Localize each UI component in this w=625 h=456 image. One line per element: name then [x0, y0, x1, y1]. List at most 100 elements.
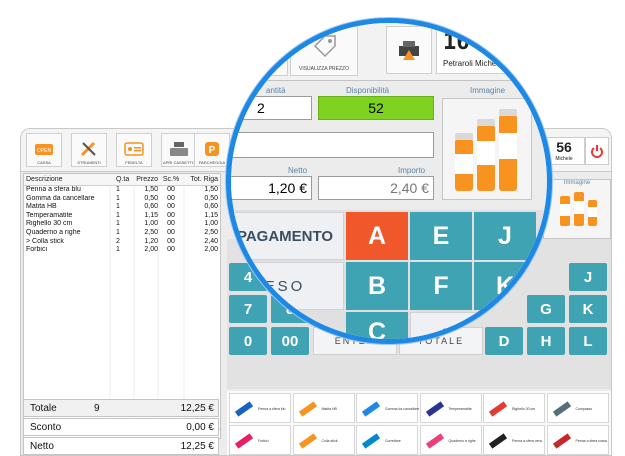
table-row[interactable]: Penna a sfera blu 1 1,50 00 1,50	[24, 186, 220, 195]
table-cell: 0,50	[204, 194, 218, 202]
corrector-icon	[361, 433, 381, 449]
table-cell: > Colla stick	[26, 237, 64, 245]
table-cell: 00	[167, 211, 175, 219]
key-j-zoom[interactable]: J	[474, 212, 536, 260]
net-price-value: 1,20 €	[268, 180, 307, 196]
product-tile[interactable]: Temperamatite	[419, 393, 482, 423]
product-tile[interactable]: Penna a sfera nera	[483, 425, 545, 455]
user-name: Petraroli Michele	[443, 59, 503, 68]
cash-button[interactable]: OPEN CASSA	[26, 133, 62, 167]
sconto-row: Sconto 0,00 €	[23, 418, 219, 436]
key-k-zoom[interactable]: K	[474, 262, 536, 310]
product-tile[interactable]: Correttore	[356, 425, 418, 455]
net-price-field[interactable]: 1,20 €	[231, 176, 312, 200]
loyalty-button[interactable]: FEDELTA	[116, 133, 152, 167]
table-cell: Gomma da cancellare	[26, 194, 95, 202]
table-cell: 1,00	[144, 220, 158, 228]
product-tile[interactable]: Penna a sfera rossa	[546, 425, 609, 455]
table-cell: 1,50	[144, 186, 158, 193]
table-cell: 0,60	[144, 203, 158, 211]
product-tile[interactable]: Compasso	[546, 393, 609, 423]
park-button[interactable]: P PARCHEGGIA	[194, 133, 230, 167]
netto-total-value: 12,25 €	[180, 441, 214, 452]
table-row[interactable]: Matita HB 1 0,60 00 0,60	[24, 203, 220, 212]
product-tile[interactable]: Quaderno a righe	[419, 425, 482, 455]
peso-label: ESO	[264, 277, 306, 295]
table-row[interactable]: Forbici 1 2,00 00 2,00	[24, 246, 220, 255]
table-cell: 2,40	[204, 237, 218, 245]
description-field[interactable]	[231, 132, 434, 158]
table-cell: 1,00	[204, 220, 218, 228]
availability-field: 52	[318, 96, 434, 120]
table-cell: 00	[167, 194, 175, 202]
table-cell: Righello 30 cm	[26, 220, 73, 228]
printer-button[interactable]	[386, 26, 432, 74]
image-label: Immagine	[470, 86, 506, 95]
key-f[interactable]: F	[410, 262, 472, 310]
pen-icon	[234, 401, 254, 417]
product-tile-label: Correttore	[385, 439, 401, 443]
pagamento-key[interactable]: PAGAMENTO	[231, 212, 344, 260]
glue-stick-icon	[298, 433, 317, 449]
svg-text:P: P	[209, 145, 216, 156]
open-drawer-button[interactable]: APRI CASSETTO	[161, 133, 197, 167]
open-drawer-button-label: APRI CASSETTO	[163, 160, 195, 165]
product-tile[interactable]: Righello 30 cm	[483, 393, 545, 423]
sconto-label: Sconto	[30, 422, 62, 433]
key-e[interactable]: E	[410, 212, 472, 260]
table-row[interactable]: Righello 30 cm 1 1,00 00 1,00	[24, 220, 220, 229]
zoom-toolbar: ERIA VISUALIZZA PREZZO 16 56 Petraroli M…	[231, 23, 547, 81]
availability-label: Disponibilità	[346, 86, 390, 95]
totale-qty: 9	[94, 403, 100, 414]
table-cell: 1	[116, 228, 120, 236]
table-cell: 2	[116, 237, 120, 245]
table-cell: 1	[116, 211, 120, 219]
table-cell: 1,50	[204, 186, 218, 193]
product-tile[interactable]: Colla stick	[292, 425, 355, 455]
table-cell: 0,50	[144, 194, 158, 202]
quantity-field[interactable]: 2	[231, 96, 312, 120]
peso-key[interactable]: ESO	[231, 262, 344, 310]
show-price-button[interactable]: VISUALIZZA PREZZO	[290, 26, 358, 76]
totale-label: Totale	[30, 403, 57, 414]
cash-drawer-icon	[169, 140, 189, 158]
table-row[interactable]: Gomma da cancellare 1 0,50 00 0,50	[24, 195, 220, 204]
clock-panel: 16 56 Petraroli Michele	[436, 26, 547, 74]
product-tile[interactable]: Penna a sfera blu	[229, 393, 291, 423]
product-tile[interactable]: Forbici	[229, 425, 291, 455]
table-row[interactable]: > Colla stick 2 1,20 00 2,40	[24, 238, 220, 247]
product-tile-label: Penna a sfera rossa	[575, 439, 607, 443]
table-cell: 1	[116, 203, 120, 211]
tools-button[interactable]: STRUMENTI	[71, 133, 107, 167]
table-cell: 2,50	[204, 228, 218, 236]
amount-field: 2,40 €	[318, 176, 434, 200]
table-cell: Matita HB	[26, 203, 57, 211]
product-tile-label: Penna a sfera blu	[258, 407, 286, 411]
key-j[interactable]: J	[569, 263, 607, 291]
subtotale-label: SUBTOTALE	[442, 327, 504, 337]
product-tile[interactable]: Gomma da cancellare	[356, 393, 420, 423]
quantity-label: antità	[266, 86, 286, 95]
table-row[interactable]: Quaderno a righe 1 2,50 00 2,50	[24, 229, 220, 238]
product-tile-label: Matita HB	[321, 407, 337, 411]
power-button[interactable]	[585, 137, 609, 165]
red-pen-icon	[552, 433, 571, 449]
magnifier-lens: ERIA VISUALIZZA PREZZO 16 56 Petraroli M…	[226, 18, 552, 344]
table-cell: 00	[167, 220, 175, 228]
pencil-icon	[298, 401, 317, 417]
key-l[interactable]: L	[569, 327, 607, 355]
gallery-button[interactable]: ERIA	[244, 26, 288, 76]
table-cell: 2,00	[204, 246, 218, 254]
product-tile[interactable]: Matita HB	[292, 393, 355, 423]
table-cell: 00	[167, 203, 175, 211]
key-k[interactable]: K	[569, 295, 607, 323]
power-icon	[591, 145, 603, 158]
table-cell: 2,50	[144, 228, 158, 236]
cash-register-open-icon: OPEN	[34, 140, 54, 158]
key-c[interactable]: C	[346, 312, 408, 339]
key-a[interactable]: A	[346, 212, 408, 260]
table-row[interactable]: Temperamatite 1 1,15 00 1,15	[24, 212, 220, 221]
product-tile-label: Gomma da cancellare	[385, 407, 420, 411]
key-b[interactable]: B	[346, 262, 408, 310]
table-cell: 1,20	[144, 237, 158, 245]
